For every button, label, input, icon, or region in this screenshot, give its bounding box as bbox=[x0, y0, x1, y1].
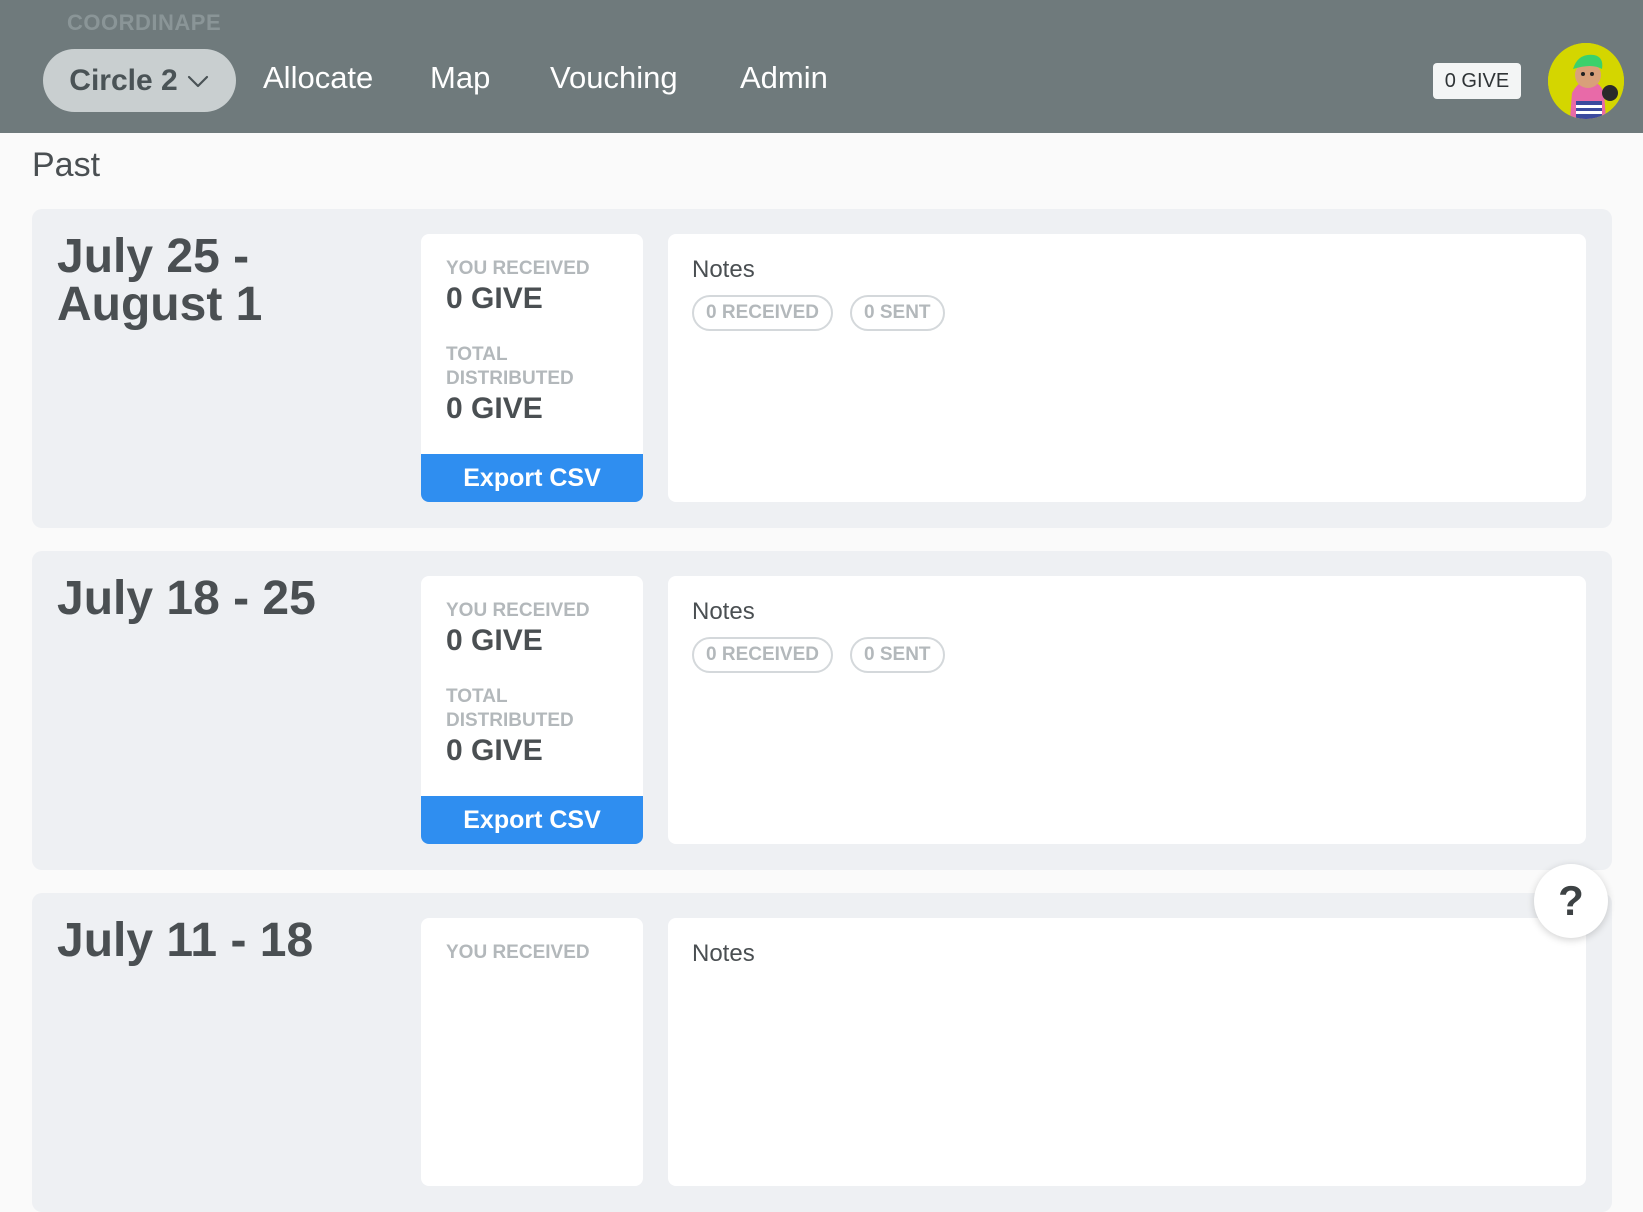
epoch-card: July 11 - 18 YOU RECEIVED Notes bbox=[32, 893, 1612, 1212]
nav-admin[interactable]: Admin bbox=[740, 60, 828, 96]
help-button[interactable]: ? bbox=[1534, 864, 1608, 938]
distributed-value: 0 GIVE bbox=[446, 392, 543, 425]
notes-title: Notes bbox=[692, 940, 755, 967]
epoch-card: July 18 - 25 YOU RECEIVED 0 GIVE TOTAL D… bbox=[32, 551, 1612, 870]
export-csv-button[interactable]: Export CSV bbox=[421, 454, 643, 502]
notes-received-chip[interactable]: 0 RECEIVED bbox=[692, 637, 833, 673]
distributed-label: TOTAL DISTRIBUTED bbox=[446, 686, 574, 731]
notes-received-chip[interactable]: 0 RECEIVED bbox=[692, 295, 833, 331]
received-label: YOU RECEIVED bbox=[446, 258, 590, 279]
notes-sent-chip[interactable]: 0 SENT bbox=[850, 637, 945, 673]
brand-logo-text: COORDINAPE bbox=[67, 10, 222, 35]
export-csv-button[interactable]: Export CSV bbox=[421, 796, 643, 844]
received-label: YOU RECEIVED bbox=[446, 942, 590, 963]
avatar-image bbox=[1548, 43, 1624, 119]
notes-panel: Notes 0 RECEIVED 0 SENT bbox=[668, 576, 1586, 844]
received-value: 0 GIVE bbox=[446, 282, 543, 315]
give-balance-badge: 0 GIVE bbox=[1433, 63, 1521, 99]
notes-title: Notes bbox=[692, 256, 755, 283]
epoch-date: July 25 - August 1 bbox=[57, 230, 263, 331]
page-title: Past bbox=[32, 146, 101, 184]
circle-selector-label: Circle 2 bbox=[69, 63, 178, 97]
circle-selector-dropdown[interactable]: Circle 2 bbox=[43, 49, 236, 112]
notes-sent-chip[interactable]: 0 SENT bbox=[850, 295, 945, 331]
received-value: 0 GIVE bbox=[446, 624, 543, 657]
distributed-value: 0 GIVE bbox=[446, 734, 543, 767]
epoch-card: July 25 - August 1 YOU RECEIVED 0 GIVE T… bbox=[32, 209, 1612, 528]
notes-panel: Notes 0 RECEIVED 0 SENT bbox=[668, 234, 1586, 502]
received-label: YOU RECEIVED bbox=[446, 600, 590, 621]
nav-vouching[interactable]: Vouching bbox=[550, 60, 678, 96]
epoch-date: July 18 - 25 bbox=[57, 572, 316, 625]
epoch-stats-panel: YOU RECEIVED bbox=[421, 918, 643, 1186]
notes-panel: Notes bbox=[668, 918, 1586, 1186]
top-nav-bar: COORDINAPE Circle 2 Allocate Map Vouchin… bbox=[0, 0, 1643, 133]
avatar[interactable] bbox=[1548, 43, 1624, 119]
distributed-label: TOTAL DISTRIBUTED bbox=[446, 344, 574, 389]
epoch-stats-panel: YOU RECEIVED 0 GIVE TOTAL DISTRIBUTED 0 … bbox=[421, 576, 643, 844]
nav-allocate[interactable]: Allocate bbox=[263, 60, 373, 96]
nav-map[interactable]: Map bbox=[430, 60, 490, 96]
chevron-down-icon bbox=[187, 75, 208, 87]
epoch-date: July 11 - 18 bbox=[57, 914, 314, 967]
notes-title: Notes bbox=[692, 598, 755, 625]
epoch-stats-panel: YOU RECEIVED 0 GIVE TOTAL DISTRIBUTED 0 … bbox=[421, 234, 643, 502]
